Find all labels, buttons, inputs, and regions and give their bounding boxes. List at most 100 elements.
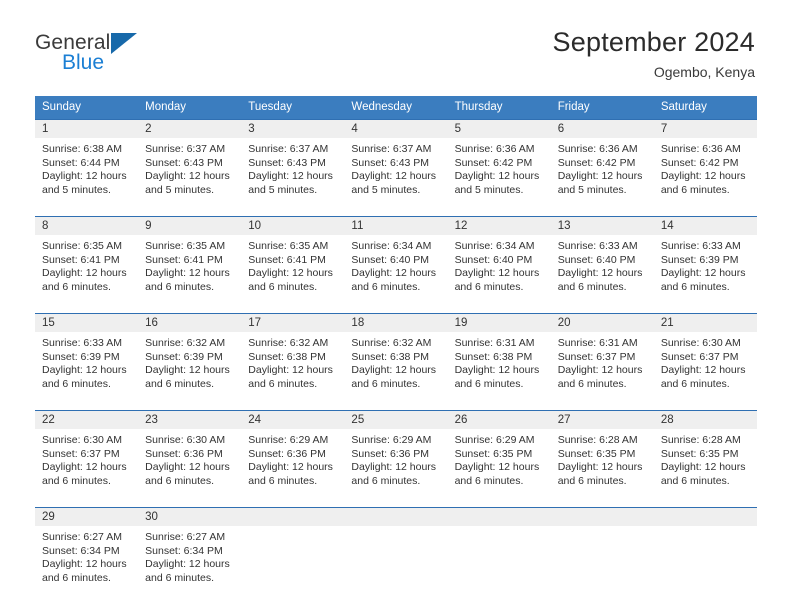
- daylight-duration-line2: and 6 minutes.: [248, 280, 318, 293]
- sunrise-time: Sunrise: 6:29 AM: [248, 434, 329, 446]
- daylight-duration-line1: Daylight: 12 hours: [660, 267, 746, 280]
- calendar-day-cell[interactable]: 26 Sunrise: 6:29 AM Sunset: 6:35 PM Dayligh…: [447, 410, 551, 499]
- calendar-day-cell[interactable]: 16 Sunrise: 6:32 AM Sunset: 6:39 PM Dayligh…: [138, 313, 242, 402]
- day-number: 8: [35, 217, 139, 235]
- sunrise-time: Sunrise: 6:33 AM: [660, 240, 741, 252]
- day-details: Sunrise: 6:29 AM Sunset: 6:35 PM Daylight:…: [448, 429, 551, 488]
- calendar-day-cell[interactable]: 4 Sunrise: 6:37 AM Sunset: 6:43 PM Daylight…: [344, 119, 448, 208]
- general-blue-logo[interactable]: General Blue: [35, 26, 155, 74]
- day-number: 16: [138, 314, 242, 332]
- location-subtitle: Ogembo, Kenya: [653, 64, 755, 80]
- day-details: Sunrise: 6:28 AM Sunset: 6:35 PM Daylight:…: [551, 429, 654, 488]
- sunrise-time: Sunrise: 6:30 AM: [42, 434, 122, 446]
- sunrise-time: Sunrise: 6:35 AM: [42, 240, 122, 252]
- daylight-duration-line1: Daylight: 12 hours: [557, 461, 643, 474]
- day-number: 12: [447, 217, 551, 235]
- sunrise-time: Sunrise: 6:30 AM: [145, 434, 226, 446]
- calendar-day-cell[interactable]: 28 Sunrise: 6:28 AM Sunset: 6:35 PM Dayligh…: [653, 410, 757, 499]
- calendar-day-cell[interactable]: 27 Sunrise: 6:28 AM Sunset: 6:35 PM Dayligh…: [550, 410, 654, 499]
- day-details: Sunrise: 6:37 AM Sunset: 6:43 PM Daylight:…: [344, 138, 447, 197]
- calendar-day-cell[interactable]: 5 Sunrise: 6:36 AM Sunset: 6:42 PM Daylight…: [447, 119, 551, 208]
- daylight-duration-line2: and 6 minutes.: [42, 474, 111, 487]
- week-row-spacer: [35, 304, 757, 314]
- daylight-duration-line2: and 5 minutes.: [42, 183, 111, 196]
- calendar-day-cell[interactable]: 21 Sunrise: 6:30 AM Sunset: 6:37 PM Dayligh…: [653, 313, 757, 402]
- day-details: Sunrise: 6:27 AM Sunset: 6:34 PM Daylight:…: [35, 526, 138, 585]
- calendar-day-cell[interactable]: 10 Sunrise: 6:35 AM Sunset: 6:41 PM Dayligh…: [241, 216, 345, 305]
- sunset-time: Sunset: 6:41 PM: [145, 253, 223, 266]
- daylight-duration-line2: and 6 minutes.: [351, 474, 421, 487]
- calendar-day-cell[interactable]: 7 Sunrise: 6:36 AM Sunset: 6:42 PM Daylight…: [653, 119, 757, 208]
- day-number: [653, 508, 757, 526]
- calendar-day-cell[interactable]: 19 Sunrise: 6:31 AM Sunset: 6:38 PM Dayligh…: [447, 313, 551, 402]
- calendar-day-cell[interactable]: 29 Sunrise: 6:27 AM Sunset: 6:34 PM Dayligh…: [35, 507, 139, 596]
- calendar-day-cell[interactable]: 15 Sunrise: 6:33 AM Sunset: 6:39 PM Dayligh…: [35, 313, 139, 402]
- weekday-header-saturday: Saturday: [653, 96, 757, 120]
- sunrise-time: Sunrise: 6:38 AM: [42, 143, 122, 155]
- calendar-day-cell[interactable]: 30 Sunrise: 6:27 AM Sunset: 6:34 PM Dayligh…: [138, 507, 242, 596]
- daylight-duration-line2: and 6 minutes.: [454, 474, 524, 487]
- daylight-duration-line1: Daylight: 12 hours: [42, 267, 127, 280]
- day-number: 25: [344, 411, 448, 429]
- sunset-time: Sunset: 6:35 PM: [454, 447, 533, 460]
- calendar-day-cell[interactable]: 22 Sunrise: 6:30 AM Sunset: 6:37 PM Dayligh…: [35, 410, 139, 499]
- daylight-duration-line2: and 6 minutes.: [145, 474, 215, 487]
- sunrise-time: Sunrise: 6:31 AM: [454, 337, 535, 349]
- day-number: 29: [35, 508, 139, 526]
- daylight-duration-line1: Daylight: 12 hours: [557, 267, 643, 280]
- day-number: 24: [241, 411, 345, 429]
- daylight-duration-line2: and 5 minutes.: [557, 183, 627, 196]
- sunrise-time: Sunrise: 6:37 AM: [351, 143, 432, 155]
- logo-text-blue: Blue: [62, 51, 105, 74]
- calendar-day-cell[interactable]: 12 Sunrise: 6:34 AM Sunset: 6:40 PM Dayligh…: [447, 216, 551, 305]
- daylight-duration-line1: Daylight: 12 hours: [557, 170, 643, 183]
- calendar-week-row: 8 Sunrise: 6:35 AM Sunset: 6:41 PM Daylight…: [35, 216, 757, 305]
- calendar-day-cell[interactable]: 17 Sunrise: 6:32 AM Sunset: 6:38 PM Dayligh…: [241, 313, 345, 402]
- day-details: Sunrise: 6:34 AM Sunset: 6:40 PM Daylight:…: [344, 235, 447, 294]
- calendar-day-cell[interactable]: 20 Sunrise: 6:31 AM Sunset: 6:37 PM Dayligh…: [550, 313, 654, 402]
- day-number: 21: [653, 314, 757, 332]
- daylight-duration-line2: and 6 minutes.: [454, 377, 524, 390]
- sunset-time: Sunset: 6:40 PM: [351, 253, 430, 266]
- calendar-day-cell[interactable]: 1 Sunrise: 6:38 AM Sunset: 6:44 PM Daylight…: [35, 119, 139, 208]
- daylight-duration-line2: and 6 minutes.: [145, 377, 215, 390]
- daylight-duration-line2: and 6 minutes.: [42, 377, 111, 390]
- calendar-empty-cell: [653, 507, 757, 596]
- calendar-day-cell[interactable]: 6 Sunrise: 6:36 AM Sunset: 6:42 PM Daylight…: [550, 119, 654, 208]
- day-details: Sunrise: 6:34 AM Sunset: 6:40 PM Daylight:…: [448, 235, 551, 294]
- day-number: 1: [35, 120, 139, 138]
- calendar-day-cell[interactable]: 24 Sunrise: 6:29 AM Sunset: 6:36 PM Dayligh…: [241, 410, 345, 499]
- calendar-day-cell[interactable]: 3 Sunrise: 6:37 AM Sunset: 6:43 PM Daylight…: [241, 119, 345, 208]
- calendar-day-cell[interactable]: 25 Sunrise: 6:29 AM Sunset: 6:36 PM Dayligh…: [344, 410, 448, 499]
- day-number: [344, 508, 448, 526]
- daylight-duration-line1: Daylight: 12 hours: [351, 364, 437, 377]
- day-number: 13: [550, 217, 654, 235]
- daylight-duration-line1: Daylight: 12 hours: [248, 461, 333, 474]
- calendar-day-cell[interactable]: 9 Sunrise: 6:35 AM Sunset: 6:41 PM Daylight…: [138, 216, 242, 305]
- calendar-body: 1 Sunrise: 6:38 AM Sunset: 6:44 PM Daylight…: [35, 119, 757, 596]
- day-details: Sunrise: 6:29 AM Sunset: 6:36 PM Daylight:…: [241, 429, 344, 488]
- daylight-duration-line2: and 6 minutes.: [660, 280, 730, 293]
- calendar-day-cell[interactable]: 14 Sunrise: 6:33 AM Sunset: 6:39 PM Dayligh…: [653, 216, 757, 305]
- sunset-time: Sunset: 6:37 PM: [660, 350, 739, 363]
- daylight-duration-line1: Daylight: 12 hours: [454, 267, 540, 280]
- day-number: 17: [241, 314, 345, 332]
- page-title: September 2024: [552, 27, 755, 57]
- day-details: Sunrise: 6:35 AM Sunset: 6:41 PM Daylight:…: [241, 235, 344, 294]
- daylight-duration-line2: and 6 minutes.: [660, 377, 730, 390]
- week-row-spacer-cell: [35, 304, 757, 314]
- daylight-duration-line1: Daylight: 12 hours: [42, 364, 127, 377]
- calendar-day-cell[interactable]: 8 Sunrise: 6:35 AM Sunset: 6:41 PM Daylight…: [35, 216, 139, 305]
- sunset-time: Sunset: 6:43 PM: [248, 156, 326, 169]
- calendar-week-row: 22 Sunrise: 6:30 AM Sunset: 6:37 PM Dayligh…: [35, 410, 757, 499]
- calendar-day-cell[interactable]: 11 Sunrise: 6:34 AM Sunset: 6:40 PM Dayligh…: [344, 216, 448, 305]
- calendar-day-cell[interactable]: 18 Sunrise: 6:32 AM Sunset: 6:38 PM Dayligh…: [344, 313, 448, 402]
- sunrise-time: Sunrise: 6:37 AM: [145, 143, 226, 155]
- calendar-day-cell[interactable]: 13 Sunrise: 6:33 AM Sunset: 6:40 PM Dayligh…: [550, 216, 654, 305]
- daylight-duration-line1: Daylight: 12 hours: [660, 364, 746, 377]
- sunset-time: Sunset: 6:43 PM: [145, 156, 223, 169]
- daylight-duration-line2: and 6 minutes.: [42, 280, 111, 293]
- calendar-day-cell[interactable]: 2 Sunrise: 6:37 AM Sunset: 6:43 PM Daylight…: [138, 119, 242, 208]
- calendar-day-cell[interactable]: 23 Sunrise: 6:30 AM Sunset: 6:36 PM Dayligh…: [138, 410, 242, 499]
- day-number: 7: [653, 120, 757, 138]
